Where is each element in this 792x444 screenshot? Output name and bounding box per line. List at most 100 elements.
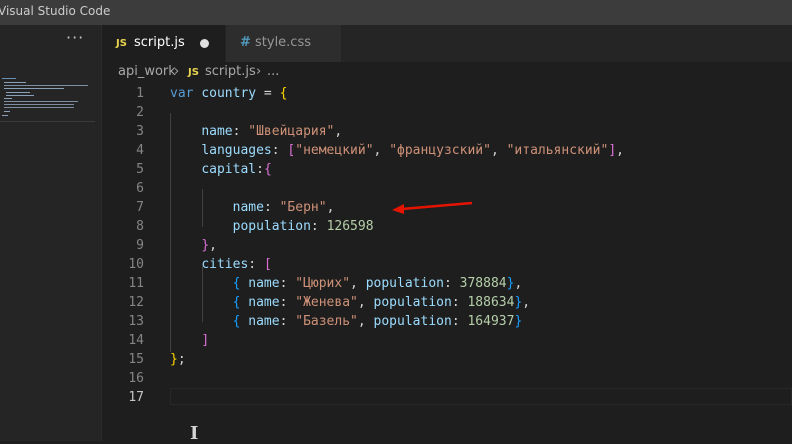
code-token: name — [232, 200, 264, 215]
code-line[interactable]: 13 { name: "Базель", population: 164937} — [102, 312, 792, 331]
line-number: 14 — [128, 333, 144, 348]
code-line[interactable]: 10 cities: [ — [102, 255, 792, 274]
code-text: { name: "Базель", population: 164937} — [170, 312, 523, 331]
code-text: name: "Швейцария", — [170, 122, 342, 141]
code-token: : — [451, 295, 468, 310]
tab-style-css[interactable]: # style.css — [226, 25, 342, 62]
code-token: var — [170, 86, 194, 101]
line-number: 13 — [128, 314, 144, 329]
current-line-highlight — [170, 388, 792, 405]
line-number: 4 — [136, 143, 144, 158]
javascript-file-icon: JS — [188, 67, 199, 78]
code-token: name — [248, 276, 280, 291]
line-number: 3 — [136, 124, 144, 139]
code-token: , — [373, 143, 390, 158]
code-line[interactable]: 12 { name: "Женева", population: 188634}… — [102, 293, 792, 312]
minimap[interactable] — [0, 75, 95, 155]
code-token: , — [522, 295, 531, 310]
code-token: : — [248, 257, 264, 272]
code-line[interactable]: 3 name: "Швейцария", — [102, 122, 792, 141]
indent-guide — [170, 113, 171, 352]
code-line[interactable]: 15}; — [102, 350, 792, 369]
line-number: 11 — [128, 276, 144, 291]
line-number: 6 — [136, 181, 144, 196]
code-text: languages: ["немецкий", "французский", "… — [170, 141, 624, 160]
code-token: } — [170, 352, 178, 367]
code-token: ] — [608, 143, 617, 158]
code-token: } — [514, 314, 523, 329]
code-text: cities: [ — [170, 255, 272, 274]
indent-guide — [202, 265, 203, 322]
code-token: "Базель" — [295, 314, 358, 329]
sidebar: ··· — [0, 25, 102, 441]
code-token: = — [256, 86, 280, 101]
code-line[interactable]: 17 — [102, 388, 792, 407]
line-number: 2 — [136, 105, 144, 120]
code-token: country — [201, 86, 257, 101]
title-bar: Visual Studio Code — [0, 0, 792, 25]
more-actions-icon[interactable]: ··· — [66, 30, 84, 46]
code-token: name — [248, 295, 280, 310]
code-text: }, — [170, 236, 217, 255]
code-text: population: 126598 — [170, 217, 374, 236]
line-number: 7 — [136, 200, 144, 215]
code-token: , — [616, 143, 624, 158]
code-line[interactable]: 9 }, — [102, 236, 792, 255]
indent-guide — [202, 189, 203, 227]
tab-bar: JS script.js # style.css — [102, 25, 792, 62]
code-text: ] — [170, 331, 209, 350]
code-token: "итальянский" — [506, 143, 609, 158]
line-number: 15 — [128, 352, 144, 367]
code-line[interactable]: 11 { name: "Цюрих", population: 378884}, — [102, 274, 792, 293]
code-text: name: "Берн", — [170, 198, 335, 217]
code-token: 188634 — [467, 295, 515, 310]
code-token: : — [279, 314, 296, 329]
code-token: [ — [263, 257, 272, 272]
unsaved-changes-icon[interactable] — [200, 39, 209, 48]
code-token: "Женева" — [295, 295, 358, 310]
code-token: , — [326, 200, 335, 215]
code-line[interactable]: 14 ] — [102, 331, 792, 350]
code-line[interactable]: 2 — [102, 103, 792, 122]
code-token: , — [357, 295, 374, 310]
code-token: name — [201, 124, 233, 139]
code-token: : — [232, 124, 249, 139]
line-number: 17 — [128, 390, 144, 405]
code-text: }; — [170, 350, 186, 369]
code-token: { — [263, 162, 272, 177]
css-file-icon: # — [240, 35, 251, 50]
code-token: : — [279, 276, 296, 291]
breadcrumb-folder[interactable]: api_work — [118, 64, 176, 79]
tab-label: script.js — [134, 35, 185, 50]
breadcrumb-file[interactable]: script.js — [205, 64, 256, 79]
code-token: languages — [201, 143, 272, 158]
code-token: : — [310, 219, 327, 234]
code-editor[interactable]: 1 var country = {2 3 name: "Швейцария", 4 l… — [102, 84, 792, 444]
chevron-right-icon: › — [174, 64, 180, 79]
code-token: capital — [201, 162, 257, 177]
code-text: { name: "Цюрих", population: 378884}, — [170, 274, 523, 293]
breadcrumb-symbols[interactable]: ... — [267, 64, 279, 79]
line-number: 10 — [128, 257, 144, 272]
code-line[interactable]: 4 languages: ["немецкий", "французский",… — [102, 141, 792, 160]
tab-label: style.css — [255, 35, 311, 50]
code-token: , — [490, 143, 507, 158]
code-line[interactable]: 5 capital:{ — [102, 160, 792, 179]
code-token: population — [373, 295, 452, 310]
code-token: : — [271, 143, 288, 158]
code-token: "французский" — [389, 143, 491, 158]
code-line[interactable]: 1 var country = { — [102, 84, 792, 103]
code-line[interactable]: 8 population: 126598 — [102, 217, 792, 236]
code-token: { — [279, 86, 288, 101]
code-line[interactable]: 16 — [102, 369, 792, 388]
code-text: { name: "Женева", population: 188634}, — [170, 293, 530, 312]
window-title: Visual Studio Code — [0, 4, 111, 18]
code-line[interactable]: 6 — [102, 179, 792, 198]
code-token: "Берн" — [279, 200, 327, 215]
code-token: 378884 — [459, 276, 507, 291]
tab-script-js[interactable]: JS script.js — [102, 25, 226, 62]
